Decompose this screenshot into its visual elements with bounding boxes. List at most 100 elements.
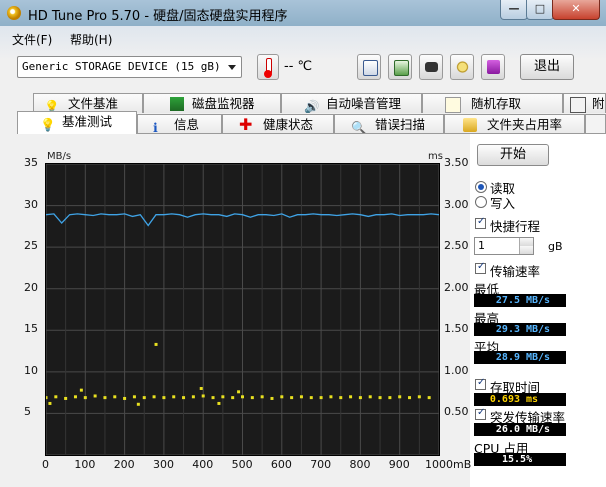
- screenshot-button[interactable]: [419, 54, 443, 80]
- save-icon: [487, 60, 500, 74]
- menu-bar: 文件(F) 帮助(H): [0, 28, 606, 48]
- avg-value: 28.9: [495, 352, 520, 363]
- chevron-down-icon: [228, 65, 236, 70]
- access-time-point: [299, 395, 303, 399]
- magnifier-icon: 🔍: [351, 120, 367, 134]
- tab-scroll-area: [585, 114, 606, 134]
- access-time-point: [201, 394, 205, 398]
- y-right-tick-label: 3.00: [444, 197, 469, 211]
- copy-info-button[interactable]: [388, 54, 412, 80]
- tab-disk-monitor[interactable]: 磁盘监视器: [143, 93, 281, 113]
- access-time-point: [388, 396, 392, 400]
- access-time-point: [83, 396, 87, 400]
- min-unit: MB/s: [526, 295, 551, 306]
- left-axis-unit: MB/s: [47, 151, 72, 162]
- thermometer-icon: [257, 54, 279, 80]
- access-time-point: [103, 396, 107, 400]
- x-tick-label: 600: [270, 458, 292, 471]
- write-radio[interactable]: [475, 196, 487, 208]
- close-button[interactable]: ✕: [552, 0, 600, 20]
- window-title: HD Tune Pro 5.70 - 硬盘/固态硬盘实用程序: [28, 9, 288, 24]
- stepper-down-icon[interactable]: [519, 246, 533, 254]
- x-tick-label: 100: [74, 458, 96, 471]
- x-tick-label: 700: [310, 458, 332, 471]
- x-tick-label: 300: [153, 458, 174, 471]
- y-left-tick-label: 35: [24, 156, 38, 169]
- tab-aam[interactable]: 🔊 自动噪音管理: [281, 93, 422, 113]
- x-tick-label: 500: [231, 458, 253, 471]
- x-tick-label: 400: [192, 458, 214, 471]
- access-time-point: [231, 396, 235, 400]
- access-time-point: [319, 396, 323, 400]
- short-stroke-checkbox[interactable]: [475, 216, 486, 229]
- y-right-tick-label: 1.00: [444, 363, 469, 377]
- monitor-chart-icon: [170, 97, 184, 111]
- save-button[interactable]: [481, 54, 505, 80]
- app-icon: [7, 6, 21, 20]
- access-time-point: [182, 396, 186, 400]
- y-left-tick-label: 30: [24, 197, 38, 211]
- tab-extra[interactable]: 附: [563, 93, 606, 113]
- tab-benchmark[interactable]: 💡 基准测试: [17, 111, 137, 134]
- x-tick-label: 200: [113, 458, 135, 471]
- exit-button[interactable]: 退出: [520, 54, 574, 80]
- short-stroke-stepper[interactable]: 1: [474, 237, 534, 255]
- copy-info-icon: [394, 60, 409, 76]
- benchmark-chart: [45, 163, 440, 456]
- transfer-rate-checkbox[interactable]: [475, 261, 486, 274]
- options-icon: [456, 60, 469, 74]
- access-time-point: [162, 396, 166, 400]
- access-time-point: [358, 396, 362, 400]
- access-time-point: [79, 388, 83, 392]
- tab-error-scan[interactable]: 🔍 错误扫描: [334, 114, 444, 134]
- write-label: 写入: [490, 196, 516, 211]
- access-time-point: [172, 395, 176, 399]
- bulb-icon: 💡: [40, 117, 56, 132]
- title-bar[interactable]: HD Tune Pro 5.70 - 硬盘/固态硬盘实用程序 — □ ✕: [0, 0, 606, 26]
- access-time-readout: 0.693 ms: [474, 393, 566, 406]
- access-time-point: [113, 395, 117, 399]
- tab-health[interactable]: ✚ 健康状态: [222, 114, 334, 134]
- y-right-tick-label: 1.50: [444, 322, 469, 336]
- access-time-point: [46, 396, 48, 400]
- transfer-rate-label: 传输速率: [490, 264, 541, 279]
- tab-file-benchmark[interactable]: 💡 文件基准: [33, 93, 143, 113]
- access-time-checkbox[interactable]: [475, 377, 486, 390]
- access-time-point: [152, 395, 156, 399]
- stepper-up-icon[interactable]: [519, 238, 533, 246]
- burst-rate-checkbox[interactable]: [475, 407, 486, 420]
- access-time-unit: ms: [526, 394, 539, 405]
- avg-unit: MB/s: [526, 352, 551, 363]
- access-time-point: [73, 395, 77, 399]
- y-left-tick-label: 10: [24, 363, 38, 377]
- menu-file[interactable]: 文件(F): [12, 31, 52, 48]
- max-value: 29.3: [495, 324, 520, 335]
- tab-folder-usage[interactable]: 文件夹占用率: [444, 114, 585, 134]
- y-right-tick-label: 2.00: [444, 280, 469, 294]
- short-stroke-label: 快捷行程: [490, 219, 541, 234]
- options-button[interactable]: [450, 54, 474, 80]
- maximize-button[interactable]: □: [526, 0, 554, 20]
- read-radio[interactable]: [475, 181, 487, 193]
- min-readout: 27.5 MB/s: [474, 294, 566, 307]
- tab-info[interactable]: ℹ 信息: [137, 114, 222, 134]
- cpu-readout: 15.5%: [474, 453, 566, 466]
- access-time-point: [93, 394, 97, 398]
- minimize-button[interactable]: —: [500, 0, 528, 20]
- access-time-point: [260, 395, 264, 399]
- short-stroke-unit: gB: [548, 240, 563, 253]
- access-time-point: [132, 395, 136, 399]
- access-time-point: [154, 342, 158, 346]
- tab-random-access[interactable]: 随机存取: [422, 93, 563, 113]
- menu-help[interactable]: 帮助(H): [70, 31, 112, 48]
- y-left-tick-label: 20: [24, 280, 38, 294]
- short-stroke-value: 1: [478, 239, 485, 252]
- burst-rate-unit: MB/s: [526, 424, 551, 435]
- copy-text-button[interactable]: [357, 54, 381, 80]
- access-time-point: [191, 395, 195, 399]
- copy-text-icon: [363, 60, 378, 76]
- start-button[interactable]: 开始: [477, 144, 549, 166]
- access-time-value: 0.693: [489, 394, 520, 405]
- device-dropdown[interactable]: Generic STORAGE DEVICE (15 gB): [17, 56, 242, 78]
- access-time-point: [329, 395, 333, 399]
